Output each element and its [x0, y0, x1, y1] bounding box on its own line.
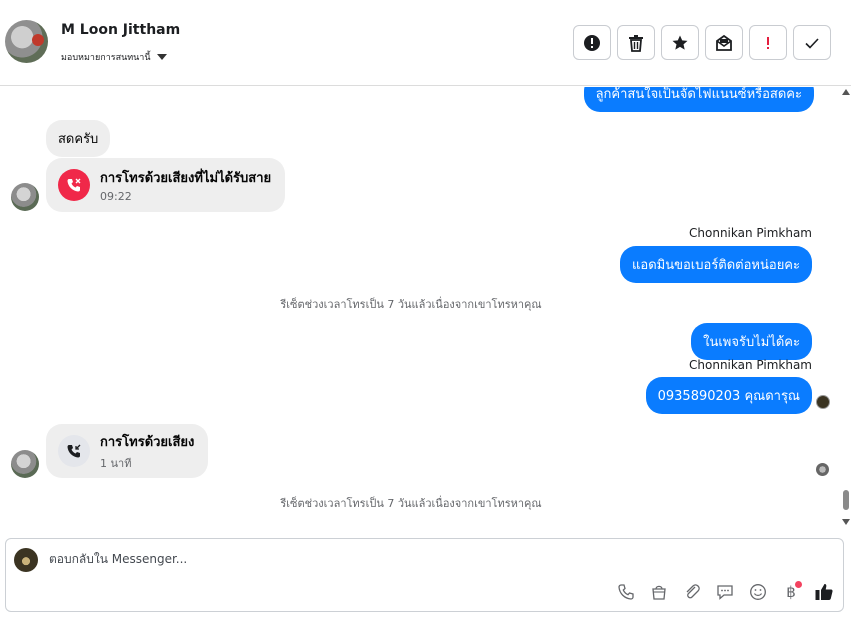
check-icon	[805, 37, 819, 49]
voice-call-card[interactable]: การโทรด้วยเสียง 1 นาที	[46, 424, 209, 478]
shopping-bag-icon	[652, 585, 666, 600]
page-avatar	[14, 548, 38, 572]
scroll-up-arrow-icon[interactable]	[842, 89, 850, 95]
message-thread[interactable]: ลูกค้าสนใจเป็นจัดไฟแนนซ์หรือสดคะ สดครับ …	[0, 87, 838, 527]
caret-down-icon	[156, 54, 167, 60]
scroll-thumb[interactable]	[843, 490, 849, 510]
mark-spam-button[interactable]	[573, 25, 611, 60]
seen-avatar	[816, 395, 830, 409]
shop-button[interactable]	[648, 581, 670, 603]
call-time: 09:22	[100, 190, 132, 203]
contact-avatar[interactable]	[5, 20, 48, 63]
outgoing-message: ในเพจรับไม่ได้คะ	[691, 323, 812, 360]
thumbs-up-icon	[815, 584, 833, 600]
attach-button[interactable]	[681, 581, 703, 603]
call-button[interactable]	[615, 581, 637, 603]
emoji-icon	[750, 584, 766, 600]
sender-name: Chonnikan Pimkham	[689, 358, 812, 372]
like-button[interactable]	[813, 581, 835, 603]
reply-input[interactable]	[49, 552, 749, 566]
missed-call-icon	[58, 169, 90, 201]
saved-reply-icon	[717, 585, 733, 600]
assign-label: มอบหมายการสนทนานี้	[61, 53, 151, 63]
alert-circle-icon	[584, 34, 600, 51]
conversation-header: M Loon Jittham มอบหมายการสนทนานี้	[0, 0, 851, 86]
outgoing-message: 0935890203 คุณดารุณ	[645, 377, 812, 414]
notification-dot	[795, 581, 802, 588]
thread-scrollbar[interactable]	[840, 87, 851, 527]
payment-button[interactable]: ฿	[780, 581, 802, 603]
sender-name: Chonnikan Pimkham	[689, 226, 812, 240]
emoji-button[interactable]	[747, 581, 769, 603]
paperclip-icon	[686, 584, 700, 599]
system-notice: รีเซ็ตช่วงเวลาโทรเป็น 7 วันแล้วเนื่องจาก…	[280, 497, 542, 510]
trash-icon	[629, 34, 643, 52]
outgoing-message: ลูกค้าสนใจเป็นจัดไฟแนนซ์หรือสดคะ	[583, 87, 814, 112]
incoming-message: สดครับ	[46, 120, 111, 157]
follow-up-button[interactable]	[749, 25, 787, 60]
contact-avatar-small	[11, 450, 39, 478]
assign-conversation-dropdown[interactable]: มอบหมายการสนทนานี้	[61, 50, 167, 64]
mark-unread-button[interactable]	[705, 25, 743, 60]
call-title: การโทรด้วยเสียงที่ไม่ได้รับสาย	[100, 171, 272, 186]
call-duration: 1 นาที	[100, 456, 132, 470]
star-button[interactable]	[661, 25, 699, 60]
exclamation-icon	[767, 36, 769, 49]
read-receipt-avatar	[816, 463, 829, 476]
mark-done-button[interactable]	[793, 25, 831, 60]
system-notice: รีเซ็ตช่วงเวลาโทรเป็น 7 วันแล้วเนื่องจาก…	[280, 298, 542, 311]
delete-button[interactable]	[617, 25, 655, 60]
star-icon	[672, 35, 688, 50]
contact-avatar-small	[11, 183, 39, 211]
header-actions	[573, 25, 831, 60]
scroll-down-arrow-icon[interactable]	[842, 519, 850, 525]
contact-name[interactable]: M Loon Jittham	[61, 22, 180, 38]
reply-composer: ฿	[5, 538, 844, 612]
call-title: การโทรด้วยเสียง	[100, 434, 195, 450]
missed-call-card[interactable]: การโทรด้วยเสียงที่ไม่ได้รับสาย 09:22	[46, 158, 286, 212]
outgoing-message: แอดมินขอเบอร์ติดต่อหน่อยคะ	[620, 246, 812, 283]
outgoing-call-icon	[58, 435, 90, 467]
phone-icon	[618, 584, 634, 600]
mail-icon	[716, 34, 732, 51]
saved-reply-button[interactable]	[714, 581, 736, 603]
composer-toolbar: ฿	[615, 581, 835, 603]
